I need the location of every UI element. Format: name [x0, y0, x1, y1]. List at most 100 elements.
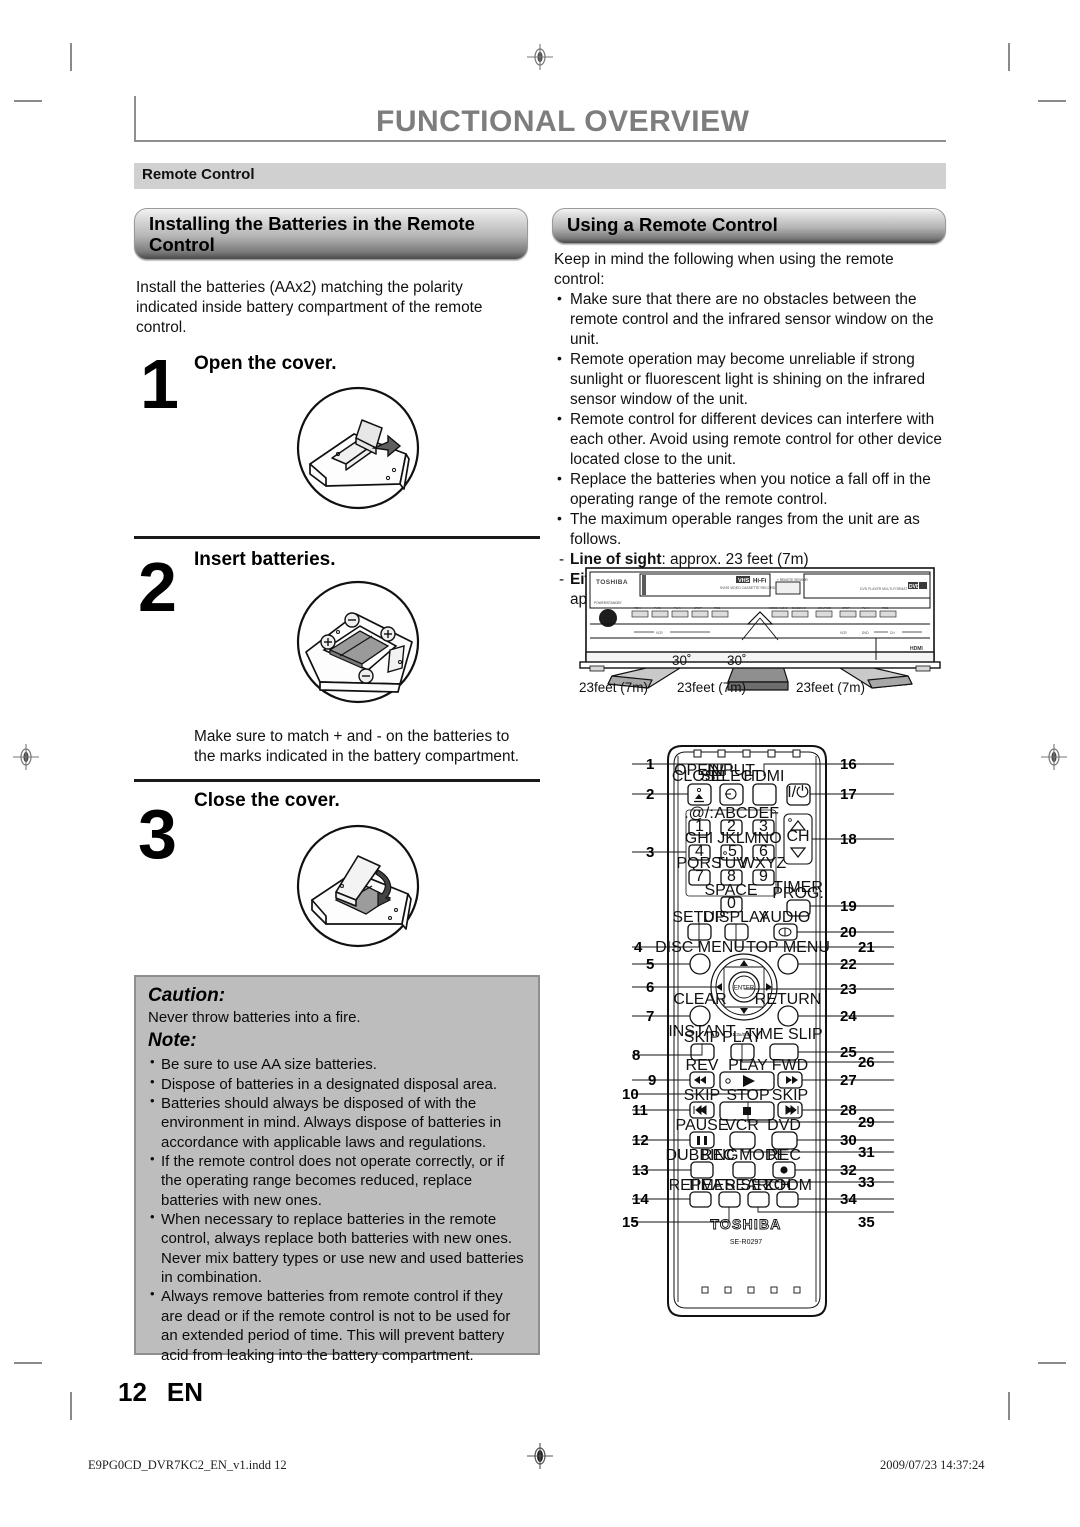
page-footer-number: 12 EN [118, 1377, 203, 1408]
remote-callout-right-32: 32 [840, 1162, 857, 1179]
step-2-illustration [296, 580, 420, 704]
svg-text:DVD: DVD [909, 584, 920, 590]
note-item: Batteries should always be disposed of w… [148, 1093, 528, 1152]
svg-text:TOSHIBA: TOSHIBA [596, 579, 628, 586]
step-2-note: Make sure to match + and - on the batter… [194, 728, 520, 766]
usage-bullet: The maximum operable ranges from the uni… [554, 509, 948, 550]
svg-text:DVD: DVD [862, 631, 869, 635]
footer-file-name: E9PG0CD_DVR7KC2_EN_v1.indd 12 [88, 1458, 287, 1472]
remote-callout-right-31: 31 [858, 1144, 875, 1161]
angle-label-left: 30˚ [672, 653, 692, 668]
svg-text:STOP: STOP [842, 606, 850, 610]
svg-text:HDMI: HDMI [910, 646, 923, 652]
registration-mark-right [1041, 744, 1067, 770]
svg-text:VHS: VHS [738, 578, 750, 584]
heading-using-remote: Using a Remote Control [552, 208, 946, 244]
crop-mark-tl-v [70, 43, 72, 71]
step-divider-2 [134, 779, 540, 782]
svg-text:+ REMOTE SENSOR: + REMOTE SENSOR [777, 578, 808, 582]
distance-label-left: 23feet (7m) [579, 680, 649, 695]
note-label: Note: [148, 1030, 197, 1052]
remote-callout-left-1: 1 [646, 756, 655, 773]
crop-mark-br-v [1008, 1392, 1010, 1420]
usage-bullet: Make sure that there are no obstacles be… [554, 289, 948, 350]
svg-text:SE-R0297: SE-R0297 [730, 1239, 762, 1246]
step-1-title: Open the cover. [194, 353, 337, 374]
remote-callout-right-28: 28 [840, 1102, 857, 1119]
svg-text:ENTER: ENTER [734, 986, 755, 992]
step-3-illustration [296, 824, 420, 948]
remote-callout-left-15: 15 [622, 1214, 639, 1231]
note-list: Be sure to use AA size batteries. Dispos… [148, 1054, 528, 1365]
remote-callout-left-14: 14 [632, 1191, 649, 1208]
svg-text:STOP: STOP [694, 606, 702, 610]
remote-callout-left-5: 5 [646, 956, 655, 973]
svg-text:DVD PLAYER MULTI-FORMAT: DVD PLAYER MULTI-FORMAT [860, 587, 907, 591]
step-3-title: Close the cover. [194, 790, 340, 811]
section-bar-label: Remote Control [142, 166, 255, 183]
crop-mark-tr-h [1038, 100, 1066, 102]
svg-text:VIDEO/AUDIO: VIDEO/AUDIO [768, 606, 788, 610]
crop-mark-tl-h [14, 100, 42, 102]
footer-timestamp: 2009/07/23 14:37:24 [880, 1458, 985, 1472]
distance-label-right: 23feet (7m) [796, 680, 866, 695]
left-intro-paragraph: Install the batteries (AAx2) matching th… [136, 279, 483, 337]
registration-mark-bottom [527, 1443, 553, 1469]
crop-mark-bl-v [70, 1392, 72, 1420]
remote-callout-left-11: 11 [632, 1102, 648, 1119]
heading-using-remote-label: Using a Remote Control [567, 214, 778, 235]
usage-bullet: Replace the batteries when you notice a … [554, 469, 948, 510]
usage-bullet-list: Make sure that there are no obstacles be… [554, 289, 948, 550]
remote-control-diagram: .bl{fill:#fff;stroke:#111;stroke-width:1… [612, 742, 912, 1342]
remote-callout-right-26: 26 [858, 1054, 875, 1071]
remote-callout-left-7: 7 [646, 1008, 655, 1025]
svg-text:CH: CH [786, 828, 809, 845]
svg-text:TOSHIBA: TOSHIBA [710, 1216, 781, 1232]
heading-installing-batteries-label: Installing the Batteries in the Remote C… [149, 213, 475, 255]
registration-mark-top [527, 44, 553, 70]
right-column-text: Keep in mind the following when using th… [554, 250, 948, 610]
step-1-number: 1 [140, 345, 179, 423]
left-intro-text: Install the batteries (AAx2) matching th… [136, 278, 526, 338]
svg-text:FWD: FWD [654, 606, 662, 610]
svg-text:SOURCE: SOURCE [818, 606, 831, 610]
crop-mark-br-h [1038, 1362, 1066, 1364]
svg-text:DUBBING: DUBBING [792, 606, 806, 610]
caution-note-box: Caution: Never throw batteries into a fi… [134, 975, 540, 1364]
remote-callout-left-9: 9 [648, 1072, 657, 1089]
svg-text:CH: CH [890, 631, 895, 635]
note-item: Dispose of batteries in a designated dis… [148, 1074, 528, 1094]
remote-callout-right-24: 24 [840, 1008, 857, 1025]
svg-text:REW: REW [634, 606, 641, 610]
caution-text: Never throw batteries into a fire. [148, 1009, 361, 1026]
remote-callout-left-4: 4 [634, 939, 643, 956]
page-title: FUNCTIONAL OVERVIEW [376, 105, 750, 138]
registration-mark-left [13, 744, 39, 770]
crop-mark-tr-v [1008, 43, 1010, 71]
unit-range-diagram: TOSHIBA VHS Hi-Fi SVHS VIDEO CASSETTE RE… [560, 566, 960, 698]
svg-text:TIME SLIP: TIME SLIP [745, 1026, 822, 1043]
page-number: 12 [118, 1377, 147, 1407]
remote-callout-right-33: 33 [858, 1174, 875, 1191]
remote-callout-right-16: 16 [840, 756, 857, 773]
usage-bullet: Remote control for different devices can… [554, 409, 948, 470]
remote-callout-left-8: 8 [632, 1047, 641, 1064]
remote-callout-right-19: 19 [840, 898, 857, 915]
crop-mark-bl-h [14, 1362, 42, 1364]
remote-callout-right-35: 35 [858, 1214, 875, 1231]
note-item: If the remote control does not operate c… [148, 1151, 528, 1210]
step-1-illustration [296, 386, 420, 510]
step-divider-1 [134, 536, 540, 539]
remote-callout-right-27: 27 [840, 1072, 857, 1089]
svg-text:REC: REC [714, 606, 721, 610]
note-item: Be sure to use AA size batteries. [148, 1054, 528, 1074]
right-intro-paragraph: Keep in mind the following when using th… [554, 251, 894, 289]
caution-label: Caution: [148, 985, 226, 1006]
note-item: Always remove batteries from remote cont… [148, 1286, 528, 1364]
note-item: When necessary to replace batteries in t… [148, 1209, 528, 1287]
remote-callout-right-34: 34 [840, 1191, 857, 1208]
remote-callout-left-12: 12 [632, 1132, 649, 1149]
remote-callout-left-10: 10 [622, 1086, 639, 1103]
remote-callout-right-22: 22 [840, 956, 857, 973]
manual-page: FUNCTIONAL OVERVIEW Remote Control Insta… [0, 0, 1080, 1527]
